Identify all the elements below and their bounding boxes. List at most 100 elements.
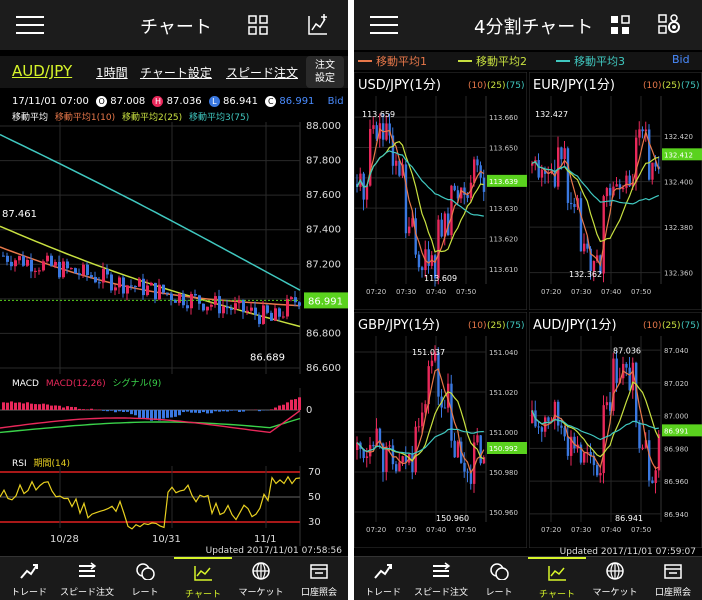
candle-body: [146, 285, 149, 296]
tab-globe[interactable]: マーケット: [232, 557, 290, 600]
ma1-swatch: [358, 60, 372, 62]
timeframe-selector[interactable]: 1時間: [96, 64, 128, 81]
tab-chart[interactable]: チャート: [528, 557, 586, 600]
rsi-line: [0, 475, 301, 530]
candle-body: [365, 185, 369, 200]
candle-body: [62, 261, 65, 278]
order-settings-label-2: 設定: [315, 73, 335, 84]
chart-settings-link[interactable]: チャート設定: [140, 64, 212, 81]
order-settings-button[interactable]: 注文 設定: [306, 56, 344, 88]
candle-body: [570, 202, 573, 205]
macd-histogram-bar: [286, 402, 289, 410]
tab-trade[interactable]: トレード: [0, 557, 58, 600]
macd-histogram-bar: [134, 410, 137, 416]
candle-body: [479, 435, 482, 464]
usdjpy-chart[interactable]: USD/JPY(1分) (10) (25) (75) 113.660 113.650 113…: [354, 72, 527, 310]
x-tick-label: 07:30: [396, 526, 416, 534]
candle-body: [625, 175, 628, 188]
macd-histogram-bar: [182, 410, 185, 413]
tab-account[interactable]: 口座照会: [290, 557, 348, 600]
candle-body: [78, 273, 81, 275]
x-tick-label: 07:50: [456, 526, 476, 534]
gbpjpy-chart[interactable]: GBP/JPY(1分) (10) (25) (75) 151.040 151.020 151…: [354, 312, 527, 548]
candle-body: [605, 188, 609, 197]
page-title: チャート: [140, 17, 212, 38]
macd-histogram-bar: [126, 410, 129, 412]
candle-body: [456, 441, 460, 458]
tab-speed-order[interactable]: スピード注文: [58, 557, 116, 600]
menu-icon[interactable]: [16, 16, 44, 34]
candle-body: [602, 405, 605, 474]
candle-body: [142, 278, 145, 296]
candle-body: [417, 254, 421, 268]
y-tick-label: 87.040: [664, 347, 689, 355]
low-marker-label: 113.609: [424, 274, 457, 283]
bid-label: Bid: [327, 96, 344, 107]
tab-account[interactable]: 口座照会: [644, 557, 702, 600]
macd-histogram-bar: [6, 402, 9, 410]
open-badge-icon: O: [96, 96, 108, 107]
macd-chart[interactable]: 0: [0, 388, 348, 452]
macd-histogram-bar: [14, 402, 17, 410]
low-marker-label: 86.689: [250, 353, 285, 364]
macd-histogram-bar: [198, 410, 201, 414]
candle-body: [70, 268, 73, 270]
macd-histogram-bar: [186, 410, 189, 412]
x-tick-label: 07:50: [631, 526, 651, 534]
menu-icon[interactable]: [370, 16, 398, 34]
single-chart-layout-icon[interactable]: [610, 15, 630, 35]
audjpy-chart[interactable]: AUD/JPY(1分) (10) (25) (75) 87.040 87.020 87.00…: [529, 312, 702, 548]
candle-body: [391, 445, 395, 465]
candle-body: [537, 426, 540, 428]
rsi-tick-label: 50: [308, 492, 321, 503]
speed-order-icon: [433, 562, 451, 577]
candle-body: [14, 260, 17, 267]
macd-histogram-bar: [290, 399, 293, 410]
candle-body: [34, 270, 37, 272]
tab-rate[interactable]: レート: [116, 557, 174, 600]
rsi-chart[interactable]: 70 50 30 10/28 10/31 11/1: [0, 466, 348, 546]
tab-rate[interactable]: レート: [470, 557, 528, 600]
single-chart-screen: チャート AUD/JPY 1時間 チャート設定 スピード注文 注文 設定 17/…: [0, 0, 348, 600]
candle-body: [540, 169, 544, 178]
x-tick-label: 07:30: [571, 526, 591, 534]
candle-body: [150, 282, 153, 286]
candle-body: [437, 219, 440, 279]
x-tick-label: 07:30: [396, 288, 416, 296]
candle-body: [110, 274, 113, 291]
y-tick-label: 87.200: [306, 259, 341, 270]
four-chart-screen: 4分割チャート 移動平均1 移動平均2 移動平均3 Bid USD/JPY(1分…: [354, 0, 702, 600]
currency-pair-selector[interactable]: AUD/JPY: [12, 62, 72, 80]
candle-body: [198, 295, 201, 304]
macd-histogram-bar: [298, 397, 301, 410]
globe-icon: [606, 562, 624, 580]
candle-body: [266, 305, 269, 313]
multi-chart-grid-icon[interactable]: [248, 15, 268, 35]
open-value: 87.008: [110, 96, 146, 107]
tab-chart[interactable]: チャート: [174, 557, 232, 600]
ma-param-label: (25): [487, 81, 505, 91]
candle-body: [401, 456, 404, 463]
main-price-chart[interactable]: 88.00087.80087.60087.40087.20087.00086.8…: [0, 122, 348, 374]
tab-trade[interactable]: トレード: [354, 557, 412, 600]
y-tick-label: 132.420: [664, 133, 693, 141]
tab-globe[interactable]: マーケット: [586, 557, 644, 600]
candle-body: [138, 278, 141, 287]
eurjpy-chart[interactable]: EUR/JPY(1分) (10) (25) (75) 132.420 132.400 132…: [529, 72, 702, 310]
macd-histogram-bar: [46, 404, 49, 410]
indicator-settings-icon[interactable]: [306, 13, 330, 37]
ma-param-label: (10): [468, 321, 486, 331]
chart-settings-gear-icon[interactable]: [658, 14, 682, 36]
candle-body: [654, 470, 657, 484]
macd-histogram-bar: [190, 410, 193, 413]
current-price-label: 132.412: [664, 151, 693, 159]
macd-histogram-bar: [166, 410, 169, 418]
high-marker-label: 87.036: [613, 347, 641, 356]
speed-order-link[interactable]: スピード注文: [226, 64, 298, 81]
macd-histogram-bar: [110, 410, 113, 411]
candle-body: [270, 312, 273, 321]
x-tick-label: 07:20: [541, 526, 561, 534]
tab-speed-order[interactable]: スピード注文: [412, 557, 470, 600]
macd-histogram-bar: [142, 410, 145, 419]
candle-body: [408, 226, 411, 234]
